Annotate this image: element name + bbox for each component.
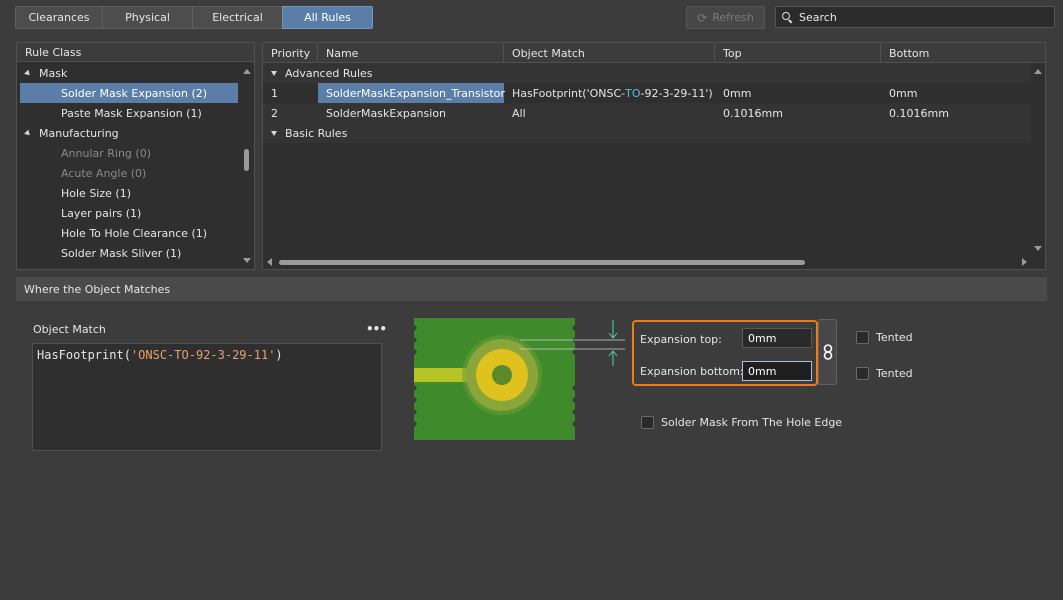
- search-icon: [782, 11, 793, 23]
- grid-header: Priority Name Object Match Top Bottom: [263, 43, 1045, 63]
- tab-all-rules[interactable]: All Rules: [282, 6, 373, 29]
- cell-object-match: HasFootprint('ONSC- TO -92-3-29-11'): [504, 83, 715, 103]
- expansion-settings-group: Expansion top: 0mm Expansion bottom: 0mm: [632, 320, 818, 386]
- column-header-object-match[interactable]: Object Match: [504, 43, 715, 63]
- search-placeholder: Search: [799, 10, 837, 24]
- rule-class-panel: Rule Class Mask Solder Mask Expansion (2…: [16, 42, 255, 270]
- expand-triangle-icon[interactable]: [24, 129, 32, 137]
- scroll-up-icon[interactable]: [1034, 69, 1042, 74]
- hole-edge-label: Solder Mask From The Hole Edge: [661, 416, 843, 429]
- tree-item-layer-pairs[interactable]: Layer pairs (1): [17, 203, 254, 223]
- rule-category-tabs: Clearances Physical Electrical All Rules: [15, 6, 373, 29]
- expansion-bottom-label: Expansion bottom:: [640, 365, 744, 378]
- scrollbar-thumb[interactable]: [279, 260, 805, 265]
- tab-electrical[interactable]: Electrical: [192, 6, 283, 29]
- tented-bottom-option[interactable]: Tented: [856, 367, 913, 380]
- link-icon: [823, 344, 832, 360]
- scroll-right-icon[interactable]: [1022, 258, 1027, 266]
- cell-priority: 1: [271, 86, 278, 100]
- tree-item-solder-mask-sliver[interactable]: Solder Mask Sliver (1): [17, 243, 254, 263]
- refresh-label: Refresh: [712, 11, 754, 24]
- query-suffix: ): [275, 348, 283, 362]
- tab-clearances[interactable]: Clearances: [15, 6, 103, 29]
- match-highlight: TO: [625, 86, 641, 100]
- cell-bottom: 0mm: [889, 86, 918, 100]
- grid-horizontal-scrollbar[interactable]: [263, 255, 1031, 269]
- tree-group-manufacturing[interactable]: Manufacturing: [17, 123, 254, 143]
- tented-top-checkbox[interactable]: [856, 331, 869, 344]
- expand-triangle-icon[interactable]: [24, 69, 32, 77]
- rule-class-header: Rule Class: [17, 43, 254, 62]
- rules-grid: Priority Name Object Match Top Bottom Ad…: [262, 42, 1046, 270]
- section-basic-rules[interactable]: Basic Rules: [263, 123, 1031, 143]
- cell-name[interactable]: SolderMaskExpansion: [318, 103, 504, 123]
- tree-item-hole-size[interactable]: Hole Size (1): [17, 183, 254, 203]
- column-header-bottom[interactable]: Bottom: [881, 43, 1031, 63]
- cell-name[interactable]: SolderMaskExpansion_Transistor: [318, 83, 505, 103]
- table-row[interactable]: 1 SolderMaskExpansion_Transistor HasFoot…: [263, 83, 1031, 103]
- cell-top: 0mm: [723, 86, 752, 100]
- scroll-down-icon[interactable]: [243, 258, 251, 263]
- scroll-left-icon[interactable]: [267, 258, 272, 266]
- section-advanced-rules[interactable]: Advanced Rules: [263, 63, 1031, 83]
- tented-top-option[interactable]: Tented: [856, 331, 913, 344]
- tented-bottom-checkbox[interactable]: [856, 367, 869, 380]
- tree-item-solder-mask-expansion[interactable]: Solder Mask Expansion (2): [20, 83, 238, 103]
- cell-priority: 2: [271, 106, 278, 120]
- tree-group-label: Mask: [39, 66, 68, 80]
- cell-bottom: 0.1016mm: [889, 106, 949, 120]
- expansion-top-input[interactable]: 0mm: [742, 328, 812, 348]
- match-prefix: HasFootprint('ONSC-: [512, 86, 626, 100]
- tented-bottom-label: Tented: [876, 367, 913, 380]
- table-row[interactable]: 2 SolderMaskExpansion All 0.1016mm 0.101…: [263, 103, 1031, 123]
- grid-vertical-scrollbar[interactable]: [1031, 63, 1045, 255]
- hole-edge-checkbox[interactable]: [641, 416, 654, 429]
- scrollbar-thumb[interactable]: [244, 149, 249, 171]
- query-string: 'ONSC-TO-92-3-29-11': [130, 348, 276, 362]
- rule-class-scrollbar[interactable]: [240, 63, 254, 269]
- scroll-up-icon[interactable]: [243, 69, 251, 74]
- tree-group-label: Manufacturing: [39, 126, 119, 140]
- match-prefix: All: [512, 106, 526, 120]
- search-input[interactable]: Search: [775, 6, 1055, 28]
- hole-edge-option[interactable]: Solder Mask From The Hole Edge: [641, 416, 842, 429]
- expansion-bottom-input[interactable]: 0mm: [742, 361, 812, 381]
- expansion-dimension-arrows: [520, 320, 625, 366]
- section-label: Advanced Rules: [285, 66, 373, 80]
- tree-item-annular-ring[interactable]: Annular Ring (0): [17, 143, 254, 163]
- expand-triangle-icon[interactable]: [271, 70, 277, 76]
- tented-top-label: Tented: [876, 331, 913, 344]
- refresh-button[interactable]: ⟳ Refresh: [686, 6, 765, 29]
- query-prefix: HasFootprint(: [37, 348, 131, 362]
- tree-group-mask[interactable]: Mask: [17, 63, 254, 83]
- cell-object-match: All: [504, 103, 715, 123]
- tree-item-paste-mask-expansion[interactable]: Paste Mask Expansion (1): [17, 103, 254, 123]
- refresh-icon: ⟳: [697, 10, 708, 25]
- section-label: Basic Rules: [285, 126, 348, 140]
- tab-physical[interactable]: Physical: [102, 6, 193, 29]
- column-header-top[interactable]: Top: [715, 43, 881, 63]
- object-match-query-editor[interactable]: HasFootprint('ONSC-TO-92-3-29-11'): [32, 343, 382, 451]
- object-match-label: Object Match: [33, 323, 106, 336]
- column-header-name[interactable]: Name: [318, 43, 504, 63]
- expand-triangle-icon[interactable]: [271, 130, 277, 136]
- tree-item-hole-to-hole-clearance[interactable]: Hole To Hole Clearance (1): [17, 223, 254, 243]
- cell-top: 0.1016mm: [723, 106, 783, 120]
- match-suffix: -92-3-29-11'): [640, 86, 713, 100]
- tree-item-acute-angle[interactable]: Acute Angle (0): [17, 163, 254, 183]
- more-options-icon[interactable]: •••: [366, 322, 387, 336]
- where-section-header: Where the Object Matches: [16, 277, 1047, 301]
- link-expansion-button[interactable]: [818, 319, 837, 385]
- column-header-priority[interactable]: Priority: [263, 43, 318, 63]
- scroll-down-icon[interactable]: [1034, 246, 1042, 251]
- expansion-top-label: Expansion top:: [640, 333, 722, 346]
